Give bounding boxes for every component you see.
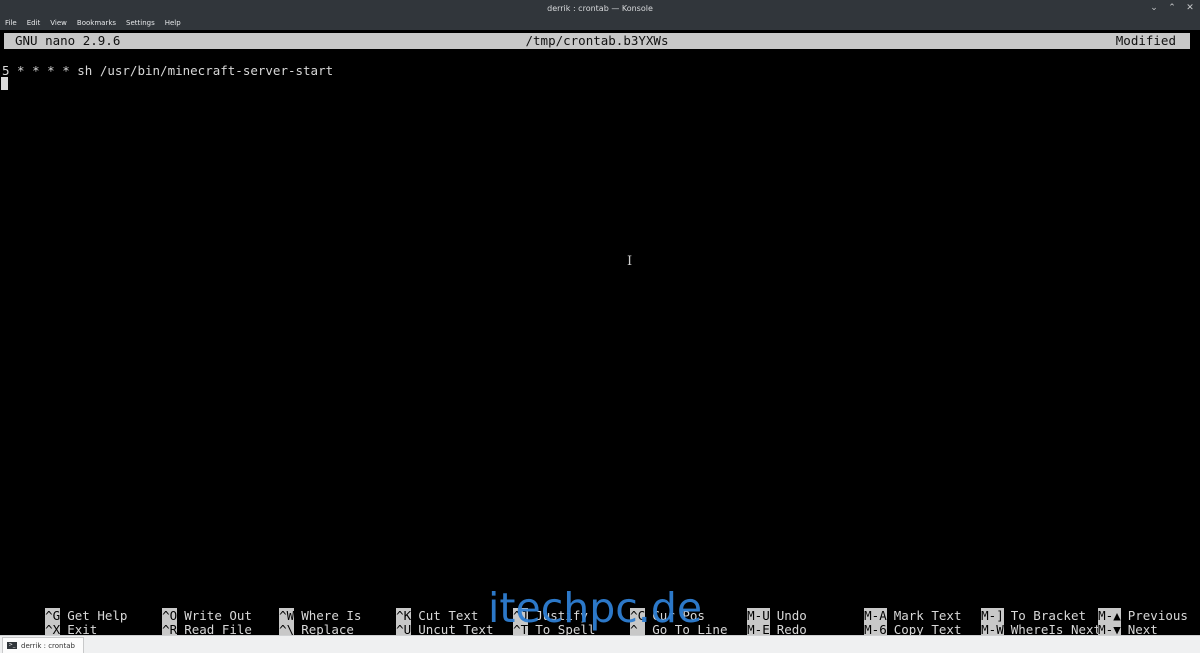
text-cursor	[1, 77, 8, 90]
nano-status: Modified	[1115, 33, 1176, 48]
editor-line-1[interactable]: 5 * * * * sh /usr/bin/minecraft-server-s…	[2, 63, 333, 78]
terminal-icon: >_	[7, 642, 17, 649]
window-title: derrik : crontab — Konsole	[547, 4, 653, 13]
tab-label: derrik : crontab	[21, 641, 75, 650]
menu-file[interactable]: File	[0, 17, 22, 30]
minimize-icon[interactable]: ⌄	[1148, 2, 1160, 14]
ibeam-cursor-icon: I	[627, 254, 633, 269]
menu-edit[interactable]: Edit	[22, 17, 46, 30]
shortcut-undo[interactable]: M-U Undo	[702, 595, 807, 623]
tab-derrik-crontab[interactable]: >_ derrik : crontab	[2, 637, 84, 653]
window-controls: ⌄ ⌃ ✕	[1148, 2, 1196, 14]
shortcut-write-out[interactable]: ^O Write Out	[117, 595, 252, 623]
tab-bar: >_ derrik : crontab	[0, 635, 1200, 653]
menu-view[interactable]: View	[45, 17, 72, 30]
nano-filename: /tmp/crontab.b3YXWs	[525, 33, 669, 48]
shortcut-read-file[interactable]: ^R Read File	[117, 609, 252, 637]
terminal-area[interactable]: GNU nano 2.9.6 /tmp/crontab.b3YXWs Modif…	[0, 30, 1200, 637]
menu-bookmarks[interactable]: Bookmarks	[72, 17, 121, 30]
shortcut-get-help[interactable]: ^G Get Help	[0, 595, 127, 623]
menu-settings[interactable]: Settings	[121, 17, 160, 30]
watermark: itechpc.de	[488, 584, 703, 632]
shortcut-next[interactable]: M-▼ Next	[1053, 609, 1158, 637]
menu-bar: File Edit View Bookmarks Settings Help	[0, 17, 1200, 30]
shortcut-replace[interactable]: ^\ Replace	[234, 609, 354, 637]
close-icon[interactable]: ✕	[1184, 2, 1196, 14]
shortcut-redo[interactable]: M-E Redo	[702, 609, 807, 637]
menu-help[interactable]: Help	[160, 17, 186, 30]
shortcut-where-is[interactable]: ^W Where Is	[234, 595, 361, 623]
nano-header: GNU nano 2.9.6 /tmp/crontab.b3YXWs Modif…	[4, 33, 1190, 49]
window-titlebar[interactable]: derrik : crontab — Konsole ⌄ ⌃ ✕	[0, 0, 1200, 17]
shortcut-cut-text[interactable]: ^K Cut Text	[351, 595, 478, 623]
maximize-icon[interactable]: ⌃	[1166, 2, 1178, 14]
shortcut-previous[interactable]: M-▲ Previous	[1053, 595, 1188, 623]
shortcut-exit[interactable]: ^X Exit	[0, 609, 97, 637]
